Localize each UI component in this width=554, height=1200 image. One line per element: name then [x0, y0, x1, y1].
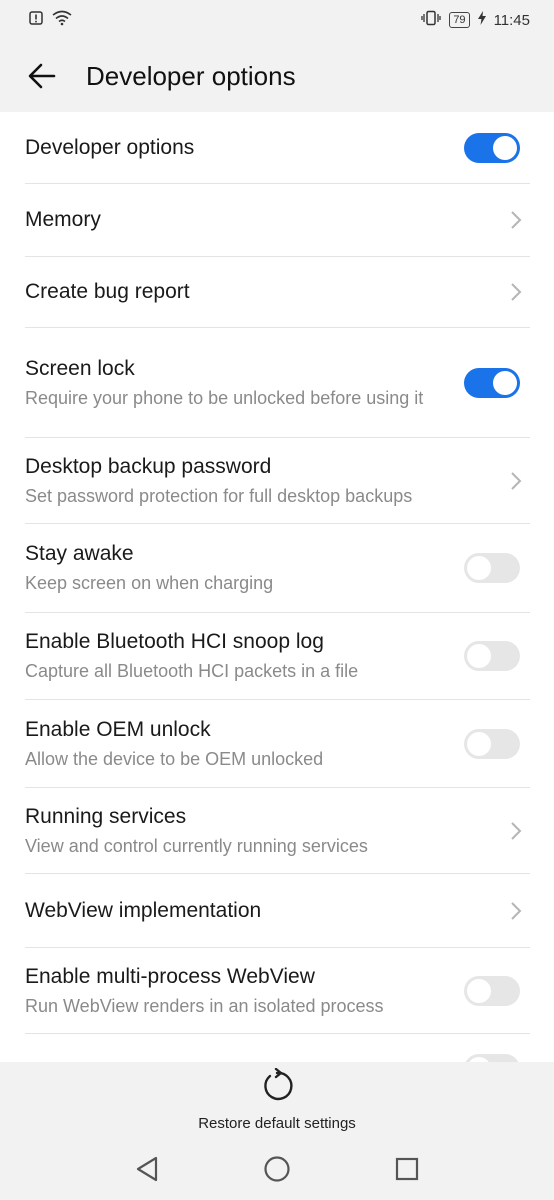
toggle-knob: [493, 370, 517, 395]
charging-icon: [477, 11, 486, 29]
setting-oem-unlock[interactable]: Enable OEM unlock Allow the device to be…: [25, 700, 530, 788]
alert-icon: [28, 10, 44, 30]
chevron-right-icon: [506, 821, 526, 841]
setting-label: Stay awake: [25, 542, 134, 565]
vibrate-icon: [421, 10, 441, 30]
setting-label: Enable Bluetooth HCI snoop log: [25, 630, 324, 653]
clock: 11:45: [493, 11, 530, 29]
setting-description: Capture all Bluetooth HCI packets in a f…: [25, 661, 359, 681]
app-bar: Developer options: [0, 40, 554, 112]
chevron-right-icon: [506, 901, 526, 921]
stay-awake-toggle[interactable]: [464, 553, 520, 583]
circle-home-icon: [264, 1156, 290, 1182]
toggle-knob: [493, 135, 517, 160]
nav-recents-button[interactable]: [387, 1149, 427, 1189]
setting-label: Create bug report: [25, 280, 190, 303]
setting-label: Memory: [25, 208, 101, 231]
setting-memory[interactable]: Memory: [25, 184, 530, 257]
setting-desktop-backup-password[interactable]: Desktop backup password Set password pro…: [25, 438, 530, 524]
back-button[interactable]: [24, 58, 60, 94]
chevron-right-icon: [506, 282, 526, 302]
setting-next-partial[interactable]: [25, 1034, 530, 1062]
setting-label: Developer options: [25, 135, 195, 159]
restore-label: Restore default settings: [198, 1115, 356, 1132]
toggle-knob: [467, 731, 491, 756]
setting-description: Run WebView renders in an isolated proce…: [25, 995, 384, 1016]
page-title: Developer options: [86, 60, 296, 91]
multi-process-webview-toggle[interactable]: [464, 975, 520, 1006]
battery-level: 79: [449, 12, 470, 28]
restore-icon: [259, 1067, 295, 1109]
setting-label: WebView implementation: [25, 898, 262, 922]
triangle-back-icon: [136, 1156, 158, 1182]
setting-webview-implementation[interactable]: WebView implementation: [25, 874, 530, 948]
setting-label: Running services: [25, 804, 187, 828]
setting-multi-process-webview[interactable]: Enable multi-process WebView Run WebView…: [25, 948, 530, 1034]
setting-description: Set password protection for full desktop…: [25, 485, 413, 506]
toggle-knob: [467, 644, 491, 668]
setting-stay-awake[interactable]: Stay awake Keep screen on when charging: [25, 524, 530, 613]
status-bar: 79 11:45: [0, 0, 554, 40]
setting-description: Require your phone to be unlocked before…: [25, 387, 424, 408]
setting-description: Keep screen on when charging: [25, 573, 274, 593]
setting-label: Enable OEM unlock: [25, 717, 211, 741]
toggle-knob: [467, 556, 491, 580]
setting-description: Allow the device to be OEM unlocked: [25, 748, 324, 769]
square-recents-icon: [395, 1157, 419, 1181]
setting-screen-lock[interactable]: Screen lock Require your phone to be unl…: [25, 328, 530, 438]
screen-lock-toggle[interactable]: [464, 367, 520, 398]
status-icons-left: [28, 10, 72, 30]
chevron-right-icon: [506, 471, 526, 491]
setting-bluetooth-hci-snoop[interactable]: Enable Bluetooth HCI snoop log Capture a…: [25, 613, 530, 700]
setting-label: Enable multi-process WebView: [25, 964, 315, 988]
nav-home-button[interactable]: [257, 1149, 297, 1189]
bluetooth-hci-snoop-toggle[interactable]: [464, 641, 520, 671]
setting-running-services[interactable]: Running services View and control curren…: [25, 788, 530, 874]
restore-default-settings-button[interactable]: Restore default settings: [0, 1062, 554, 1138]
oem-unlock-toggle[interactable]: [464, 728, 520, 759]
status-icons-right: 79 11:45: [421, 10, 530, 30]
developer-options-toggle[interactable]: [464, 132, 520, 163]
settings-list: Developer options Memory Create bug repo…: [0, 112, 554, 1062]
wifi-icon: [52, 10, 72, 30]
back-arrow-icon: [28, 63, 56, 89]
nav-back-button[interactable]: [127, 1149, 167, 1189]
setting-label: Screen lock: [25, 356, 135, 380]
setting-description: View and control currently running servi…: [25, 835, 368, 856]
navigation-bar: [0, 1138, 554, 1200]
setting-create-bug-report[interactable]: Create bug report: [25, 257, 530, 328]
setting-developer-options[interactable]: Developer options: [25, 112, 530, 184]
toggle-knob: [467, 978, 491, 1003]
setting-label: Desktop backup password: [25, 454, 272, 478]
next-setting-toggle[interactable]: [464, 1054, 520, 1062]
chevron-right-icon: [506, 210, 526, 230]
